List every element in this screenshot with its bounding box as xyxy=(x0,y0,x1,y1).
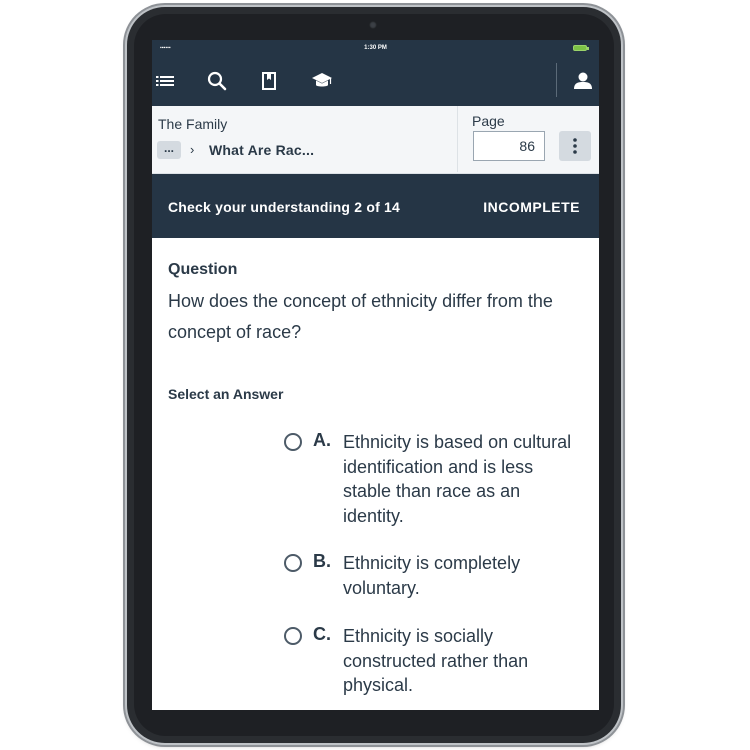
search-icon[interactable] xyxy=(204,68,230,94)
status-time: 1:30 PM xyxy=(364,45,387,51)
page-number-input[interactable] xyxy=(473,131,545,161)
option-text: Ethnicity is based on cultural identific… xyxy=(343,432,572,526)
breadcrumb-current[interactable]: What Are Rac... xyxy=(209,142,314,158)
radio-button[interactable] xyxy=(284,627,302,645)
app-screen: ▪▪▪▪▪▪ 1:30 PM The Family ... › What Are… xyxy=(152,40,599,710)
question-heading: Question xyxy=(168,261,238,278)
status-bar: ▪▪▪▪▪▪ 1:30 PM xyxy=(152,40,599,56)
more-vertical-icon xyxy=(573,138,577,154)
radio-button[interactable] xyxy=(284,554,302,572)
book-title[interactable]: The Family xyxy=(158,116,227,132)
status-badge: INCOMPLETE xyxy=(483,199,580,215)
select-answer-label: Select an Answer xyxy=(168,386,284,402)
page-divider xyxy=(457,106,458,172)
option-letter: A. xyxy=(313,430,331,450)
top-toolbar xyxy=(152,56,599,106)
option-text: Ethnicity is completely voluntary. xyxy=(343,553,521,598)
assessment-banner: Check your understanding 2 of 14 INCOMPL… xyxy=(152,174,599,238)
breadcrumb-separator: › xyxy=(190,142,195,157)
bookmark-icon[interactable] xyxy=(256,68,282,94)
graduation-cap-icon[interactable] xyxy=(309,68,335,94)
user-icon[interactable] xyxy=(570,68,596,94)
list-icon[interactable] xyxy=(152,68,178,94)
radio-button[interactable] xyxy=(284,433,302,451)
more-options-button[interactable] xyxy=(559,131,591,161)
toolbar-divider xyxy=(556,63,557,97)
camera-lens xyxy=(369,21,377,29)
question-text: How does the concept of ethnicity differ… xyxy=(168,291,553,342)
option-text: Ethnicity is socially constructed rather… xyxy=(343,626,529,695)
breadcrumb-ellipsis-button[interactable]: ... xyxy=(157,141,181,159)
battery-icon xyxy=(573,45,589,51)
page-label: Page xyxy=(472,113,505,129)
option-letter: B. xyxy=(313,551,331,571)
breadcrumb-bar: The Family ... › What Are Rac... Page xyxy=(152,106,599,174)
assessment-progress-title: Check your understanding 2 of 14 xyxy=(168,199,400,215)
option-letter: C. xyxy=(313,624,331,644)
